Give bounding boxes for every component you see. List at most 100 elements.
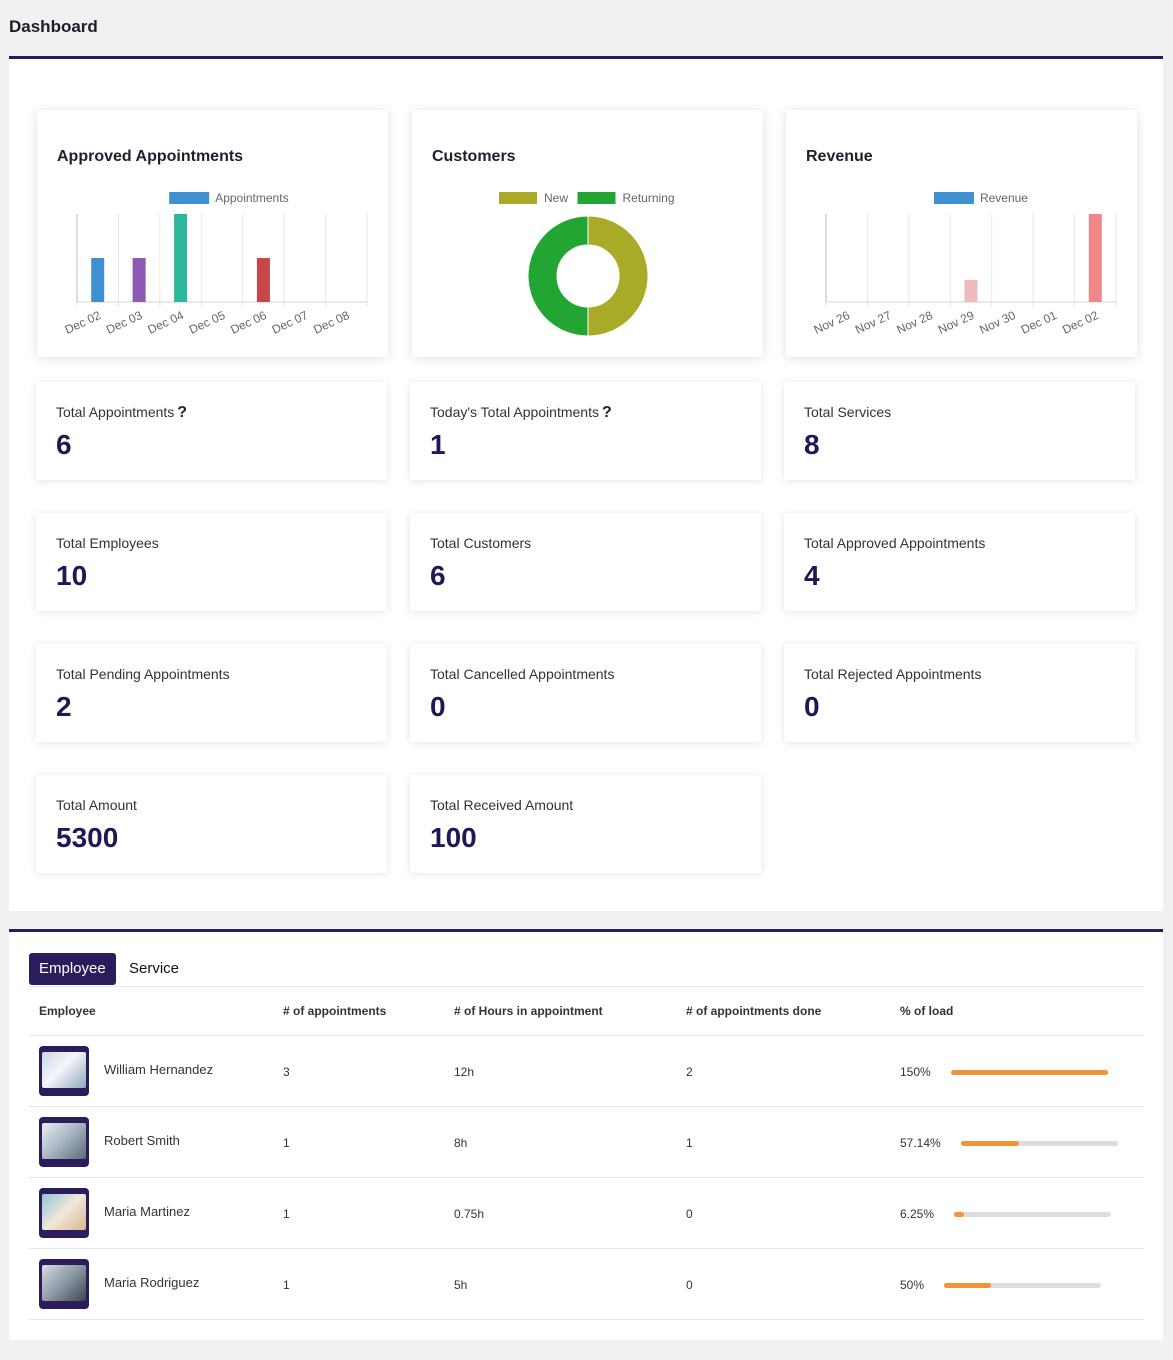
load-bar xyxy=(951,1070,1108,1075)
done-cell: 2 xyxy=(686,1065,693,1079)
pie-slice xyxy=(587,215,649,337)
stat-total-pending-appointments: Total Pending Appointments 2 xyxy=(36,644,387,742)
column-header-appointments: # of appointments xyxy=(283,1004,387,1018)
stat-total-appointments: Total Appointments? 6 xyxy=(36,382,387,480)
legend-label: New xyxy=(544,191,568,205)
stat-label: Total Services xyxy=(804,404,892,420)
legend-label: Returning xyxy=(623,191,675,205)
hours-cell: 12h xyxy=(454,1065,475,1079)
stat-value: 4 xyxy=(804,560,820,591)
employee-name: Maria Martinez xyxy=(104,1204,190,1219)
bar xyxy=(964,280,978,302)
x-tick-label: Dec 02 xyxy=(63,308,104,337)
legend-swatch xyxy=(577,192,616,204)
done-cell: 1 xyxy=(686,1136,693,1150)
revenue-chart: RevenueNov 26 Nov 27 Nov 28 Nov 29 Nov 30 Dec… xyxy=(812,191,1117,337)
load-bar xyxy=(944,1283,1101,1288)
stat-value: 6 xyxy=(430,560,446,591)
approved-appointments-chart-card: Approved Appointments Appointments Dec 02… xyxy=(37,110,388,357)
employee-name: William Hernandez xyxy=(104,1062,214,1077)
approved-appointments-chart: AppointmentsDec 02 Dec 03 Dec 04 Dec 05 Dec … xyxy=(63,191,368,337)
stat-label: Total Customers xyxy=(430,535,532,551)
avatar xyxy=(39,1259,89,1309)
stat-label: Today's Total Appointments xyxy=(430,404,599,420)
appointments-cell: 1 xyxy=(283,1207,290,1221)
table-divider xyxy=(29,1319,1144,1320)
x-tick-label: Dec 01 xyxy=(1019,308,1060,337)
customers-chart: New Returning xyxy=(499,191,675,337)
x-tick-label: Dec 05 xyxy=(187,308,228,337)
tab-service[interactable]: Service xyxy=(119,953,189,985)
stat-total-services: Total Services 8 xyxy=(784,382,1135,480)
column-header-employee: Employee xyxy=(39,1004,96,1018)
employee-name: Maria Rodriguez xyxy=(104,1275,200,1290)
table-divider xyxy=(29,1177,1144,1178)
load-percent: 6.25% xyxy=(900,1207,935,1221)
stat-total-received-amount: Total Received Amount 100 xyxy=(410,775,761,873)
bar xyxy=(1088,214,1102,302)
done-cell: 0 xyxy=(686,1278,693,1292)
help-icon[interactable]: ? xyxy=(177,404,187,421)
legend-swatch xyxy=(499,192,537,204)
pie-slice xyxy=(527,215,589,337)
x-tick-label: Dec 08 xyxy=(311,308,352,337)
stat-todays-total-appointments: Today's Total Appointments? 1 xyxy=(410,382,761,480)
stat-value: 6 xyxy=(56,429,72,460)
stat-value: 8 xyxy=(804,429,820,460)
table-divider xyxy=(29,1035,1144,1036)
stat-label: Total Approved Appointments xyxy=(804,535,986,551)
page-title: Dashboard xyxy=(9,17,98,36)
stat-total-cancelled-appointments: Total Cancelled Appointments 0 xyxy=(410,644,761,742)
x-tick-label: Nov 26 xyxy=(812,308,853,337)
legend-label: Revenue xyxy=(980,191,1028,205)
stat-total-customers: Total Customers 6 xyxy=(410,513,761,611)
stat-total-employees: Total Employees 10 xyxy=(36,513,387,611)
hours-cell: 8h xyxy=(454,1136,468,1150)
legend-label: Appointments xyxy=(215,191,288,205)
stat-total-amount: Total Amount 5300 xyxy=(36,775,387,873)
stat-label: Total Employees xyxy=(56,535,159,551)
revenue-chart-card: Revenue Revenue Nov 26 Nov 27 Nov 28 Nov 29 N… xyxy=(786,110,1137,357)
avatar xyxy=(39,1188,89,1238)
stat-label: Total Received Amount xyxy=(430,797,574,813)
x-tick-label: Dec 07 xyxy=(270,308,311,337)
x-tick-label: Nov 30 xyxy=(977,308,1018,337)
table-divider xyxy=(29,1106,1144,1107)
stat-value: 0 xyxy=(430,691,446,722)
column-header-hours: # of Hours in appointment xyxy=(454,1004,603,1018)
stat-value: 5300 xyxy=(56,822,119,853)
x-tick-label: Nov 29 xyxy=(936,308,977,337)
hours-cell: 0.75h xyxy=(454,1207,485,1221)
appointments-cell: 1 xyxy=(283,1278,290,1292)
column-header-load: % of load xyxy=(900,1004,954,1018)
load-bar-fill xyxy=(944,1283,992,1288)
load-percent: 150% xyxy=(900,1065,931,1079)
hours-cell: 5h xyxy=(454,1278,468,1292)
load-bar-fill xyxy=(954,1212,964,1217)
load-percent: 57.14% xyxy=(900,1136,941,1150)
table-divider xyxy=(29,986,1144,987)
bar xyxy=(132,258,146,302)
x-tick-label: Dec 02 xyxy=(1060,308,1101,337)
x-tick-label: Dec 06 xyxy=(228,308,269,337)
load-percent: 50% xyxy=(900,1278,925,1292)
x-tick-label: Nov 27 xyxy=(853,308,894,337)
bar xyxy=(174,214,188,302)
load-bar xyxy=(954,1212,1111,1217)
load-bar-fill xyxy=(961,1141,1020,1146)
x-tick-label: Dec 03 xyxy=(104,308,145,337)
avatar xyxy=(39,1046,89,1096)
appointments-cell: 1 xyxy=(283,1136,290,1150)
appointments-cell: 3 xyxy=(283,1065,290,1079)
bar xyxy=(256,258,270,302)
table-divider xyxy=(29,1248,1144,1249)
stat-label: Total Pending Appointments xyxy=(56,666,230,682)
customers-chart-card: Customers New Returning xyxy=(412,110,763,357)
tab-employee[interactable]: Employee xyxy=(29,953,116,985)
stat-label: Total Rejected Appointments xyxy=(804,666,982,682)
stat-label: Total Amount xyxy=(56,797,137,813)
x-tick-label: Dec 04 xyxy=(145,308,186,337)
load-bar-fill xyxy=(951,1070,1108,1075)
help-icon[interactable]: ? xyxy=(602,404,612,421)
stat-total-rejected-appointments: Total Rejected Appointments 0 xyxy=(784,644,1135,742)
